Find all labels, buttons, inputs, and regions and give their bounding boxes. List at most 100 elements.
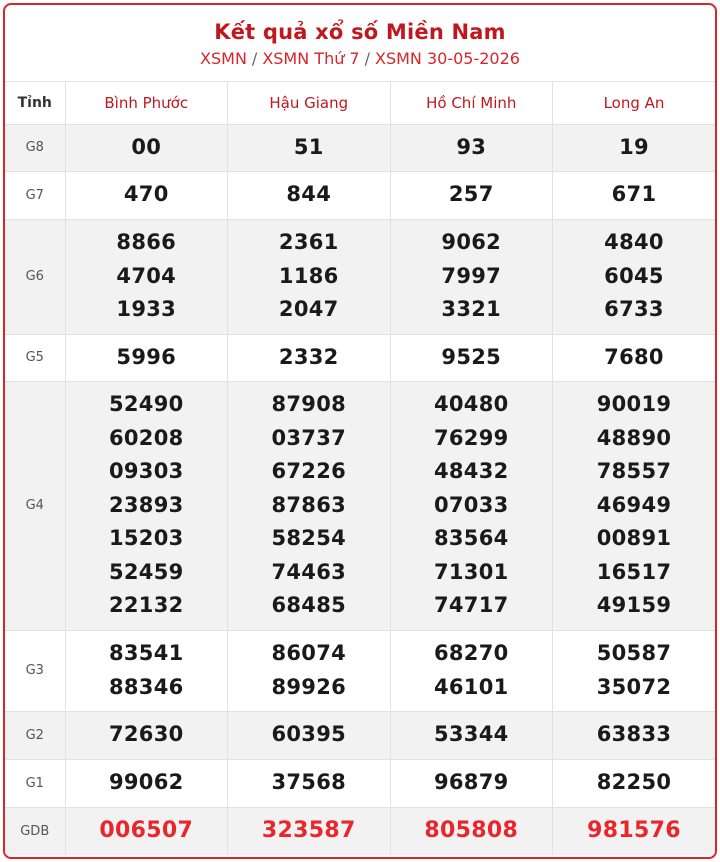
results-card: Kết quả xổ số Miền Nam XSMN / XSMN Thứ 7/X… (3, 3, 717, 859)
prize-number: 9525 (441, 344, 502, 369)
prize-number: 50587 (596, 640, 672, 665)
prize-number: 4704 (116, 263, 177, 288)
prize-number: 93 (456, 134, 487, 159)
prize-cell: 96879 (390, 759, 553, 808)
prize-number: 9062 (441, 230, 502, 255)
prize-number: 7680 (604, 344, 664, 369)
prize-cell: 671 (552, 171, 715, 220)
prize-number: 74463 (271, 559, 347, 584)
province-ho-chi-minh[interactable]: Hồ Chí Minh (390, 82, 553, 125)
prize-label: G7 (5, 171, 66, 220)
prize-number: 23893 (108, 492, 184, 517)
prize-cell: 257 (390, 171, 553, 220)
breadcrumb-xsmn-date[interactable]: XSMN 30-05-2026 (375, 49, 520, 68)
prize-number: 90019 (596, 391, 672, 416)
prize-cell: 7680 (552, 334, 715, 382)
prize-cell: 470 (65, 171, 228, 220)
prize-cell: 63833 (552, 711, 715, 760)
prize-cell: 72630 (65, 711, 228, 760)
prize-number: 89926 (271, 674, 347, 699)
prize-number: 1186 (278, 263, 339, 288)
prize-number: 83541 (108, 640, 184, 665)
breadcrumb-xsmn[interactable]: XSMN (200, 49, 247, 68)
prize-number: 68485 (271, 593, 347, 618)
prize-number: 35072 (596, 674, 672, 699)
prize-number: 470 (123, 182, 169, 207)
prize-cell: 9525 (390, 334, 553, 382)
prize-number: 51 (293, 134, 324, 159)
breadcrumb-xsmn-weekday[interactable]: XSMN Thứ 7 (262, 49, 359, 68)
prize-label: G6 (5, 219, 66, 335)
prize-number: 67226 (271, 459, 347, 484)
prize-number: 86074 (271, 640, 347, 665)
prize-number: 2332 (278, 344, 339, 369)
prize-cell: 805808 (390, 807, 553, 855)
prize-number: 00 (131, 134, 162, 159)
prize-number: 8866 (116, 230, 177, 255)
prize-number: 48890 (596, 425, 672, 450)
prize-cell: 99062 (65, 759, 228, 808)
prize-number: 60208 (108, 425, 184, 450)
column-header-province: Tỉnh (5, 82, 66, 125)
prize-row: G5 5996 2332 9525 7680 (5, 334, 715, 382)
prize-cell: 60395 (227, 711, 391, 760)
special-prize-number: 981576 (587, 818, 681, 844)
prize-number: 15203 (108, 526, 184, 551)
prize-number: 16517 (596, 559, 672, 584)
prize-number: 37568 (271, 770, 347, 795)
special-prize-number: 323587 (261, 818, 356, 844)
prize-number: 7997 (441, 263, 502, 288)
special-prize-number: 805808 (424, 818, 519, 844)
prize-number: 2047 (278, 297, 339, 322)
prize-cell: 8866 4704 1933 (65, 219, 228, 335)
prize-number: 6045 (604, 263, 664, 288)
prize-cell: 5996 (65, 334, 228, 382)
province-hau-giang[interactable]: Hậu Giang (227, 82, 391, 125)
results-body: G8 00 51 93 19 G7 470 844 257 671 G6 8866 4704 1933 23… (5, 124, 715, 855)
prize-cell: 981576 (552, 807, 715, 855)
prize-number: 52490 (108, 391, 184, 416)
prize-number: 19 (619, 134, 649, 159)
prize-number: 60395 (271, 722, 347, 747)
prize-number: 53344 (433, 722, 509, 747)
breadcrumb-separator: / (251, 49, 258, 68)
prize-number: 78557 (596, 459, 672, 484)
prize-cell: 4840 6045 6733 (552, 219, 715, 335)
page-title: Kết quả xổ số Miền Nam (214, 20, 506, 44)
breadcrumb-separator: / (364, 49, 370, 68)
prize-row: G4 52490 60208 09303 23893 15203 52459 22132 879… (5, 381, 715, 631)
prize-row: G3 83541 88346 86074 89926 68270 46101 50587 350… (5, 630, 715, 712)
prize-number: 71301 (433, 559, 509, 584)
prize-number: 22132 (108, 593, 184, 618)
prize-number: 87908 (271, 391, 347, 416)
prize-number: 82250 (596, 770, 672, 795)
prize-number: 96879 (433, 770, 509, 795)
prize-cell: 82250 (552, 759, 715, 808)
prize-cell: 00 (65, 124, 228, 172)
prize-number: 87863 (271, 492, 347, 517)
prize-cell: 68270 46101 (390, 630, 553, 712)
prize-row: G1 99062 37568 96879 82250 (5, 759, 715, 808)
prize-number: 6733 (604, 297, 664, 322)
prize-number: 76299 (433, 425, 509, 450)
prize-number: 4840 (604, 230, 664, 255)
prize-cell: 50587 35072 (552, 630, 715, 712)
prize-label: G4 (5, 381, 66, 631)
prize-row: G8 00 51 93 19 (5, 124, 715, 172)
prize-cell: 2332 (227, 334, 391, 382)
prize-number: 03737 (271, 425, 347, 450)
prize-cell: 37568 (227, 759, 391, 808)
results-header: Kết quả xổ số Miền Nam XSMN / XSMN Thứ 7/X… (5, 5, 715, 82)
prize-number: 68270 (433, 640, 509, 665)
prize-number: 257 (448, 182, 494, 207)
prize-cell: 323587 (227, 807, 391, 855)
prize-cell: 93 (390, 124, 553, 172)
prize-cell: 86074 89926 (227, 630, 391, 712)
province-binh-phuoc[interactable]: Bình Phước (65, 82, 228, 125)
prize-cell: 844 (227, 171, 391, 220)
prize-number: 3321 (441, 297, 502, 322)
prize-cell: 40480 76299 48432 07033 83564 71301 74717 (390, 381, 553, 631)
prize-number: 46949 (596, 492, 672, 517)
province-long-an[interactable]: Long An (552, 82, 715, 125)
prize-number: 83564 (433, 526, 509, 551)
